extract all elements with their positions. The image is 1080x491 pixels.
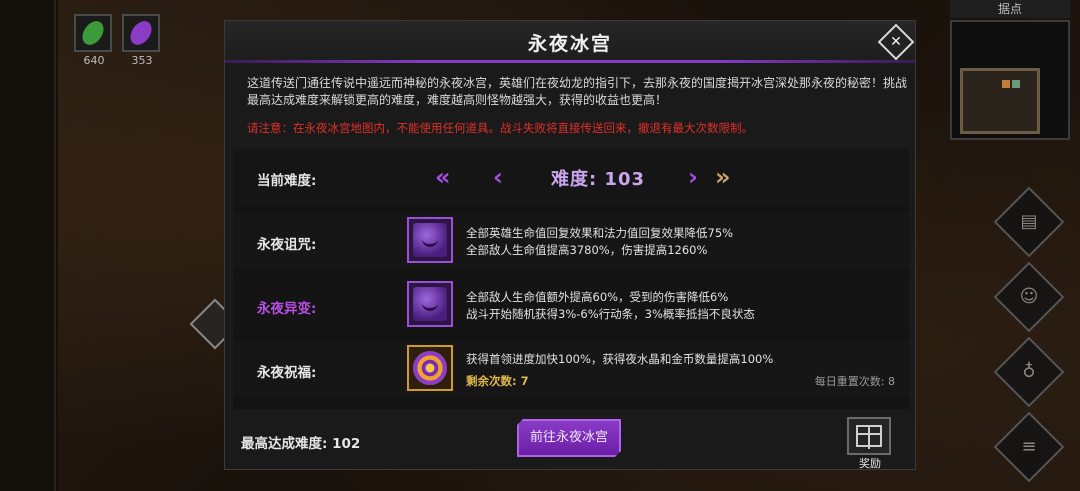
blessing-row: 永夜祝福: 获得首领进度加快100%，获得夜水晶和金币数量提高100% 剩余次数… xyxy=(233,341,909,397)
difficulty-max-button[interactable]: » xyxy=(715,165,731,189)
scroll-icon: ▤ xyxy=(1020,211,1038,232)
difficulty-value: 难度: 103 xyxy=(550,169,646,190)
purple-feather-icon xyxy=(126,17,156,49)
blessing-icon[interactable] xyxy=(407,345,453,391)
blessing-effect: 获得首领进度加快100%，获得夜水晶和金币数量提高100% xyxy=(466,352,774,366)
curse-effect-1: 全部英雄生命值回复效果和法力值回复效果降低75% xyxy=(466,226,734,240)
settings-panel: 当前难度: « ‹ 难度: 103 › » 永夜诅咒: 全部英雄生命值回复效果和… xyxy=(233,149,909,409)
curse-icon[interactable] xyxy=(407,217,453,263)
gift-icon xyxy=(856,425,882,449)
green-feather-icon xyxy=(78,17,108,49)
minimap[interactable] xyxy=(950,20,1070,140)
mutation-effect-2: 战斗开始随机获得3%-6%行动条，3%概率抵挡不良状态 xyxy=(466,307,755,321)
blessing-remaining-count: 剩余次数: 7 xyxy=(466,374,529,388)
menu-icon: ≡ xyxy=(1021,436,1037,457)
dialog-title: 永夜冰宫 xyxy=(527,33,612,55)
minimap-marker xyxy=(1012,80,1020,88)
close-icon: ✕ xyxy=(890,34,902,50)
daily-reset-count: 每日重置次数: 8 xyxy=(814,375,895,388)
difficulty-label: 当前难度: xyxy=(257,173,317,189)
curse-label: 永夜诅咒: xyxy=(257,237,317,253)
dialog-header: 永夜冰宫 xyxy=(225,21,915,63)
reward-button[interactable]: 奖励 xyxy=(847,417,893,470)
difficulty-row: 当前难度: « ‹ 难度: 103 › » xyxy=(233,149,909,205)
header-divider xyxy=(225,60,915,63)
curse-effect-2: 全部敌人生命值提高3780%，伤害提高1260% xyxy=(466,243,708,257)
difficulty-selector: « ‹ 难度: 103 › » xyxy=(403,163,753,193)
warning-text: 请注意：在永夜冰宫地图内，不能使用任何道具。战斗失败将直接传送回来，撤退有最大次… xyxy=(247,121,753,135)
eternal-night-dialog: 永夜冰宫 ✕ 这道传送门通往传说中遥远而神秘的永夜冰宫，英雄们在夜幼龙的指引下，… xyxy=(224,20,916,470)
blessing-label: 永夜祝福: xyxy=(257,365,317,381)
reward-label: 奖励 xyxy=(859,457,881,470)
difficulty-min-button[interactable]: « xyxy=(435,165,451,189)
resource-green[interactable]: 640 xyxy=(74,14,114,67)
resource-purple[interactable]: 353 xyxy=(122,14,162,67)
minimap-marker xyxy=(1002,80,1010,88)
party-icon: ☺ xyxy=(1019,286,1039,307)
best-difficulty: 最高达成难度: 102 xyxy=(241,436,361,452)
mutation-label: 永夜异变: xyxy=(257,301,317,317)
mutation-effect-1: 全部敌人生命值额外提高60%，受到的伤害降低6% xyxy=(466,290,729,304)
mutation-icon[interactable] xyxy=(407,281,453,327)
resource-purple-count: 353 xyxy=(131,54,153,67)
difficulty-decrease-button[interactable]: ‹ xyxy=(493,165,503,189)
minimap-title: 据点 xyxy=(950,0,1070,18)
resource-green-count: 640 xyxy=(83,54,105,67)
description-text: 这道传送门通往传说中遥远而神秘的永夜冰宫，英雄们在夜幼龙的指引下，去那永夜的国度… xyxy=(247,76,908,107)
minimap-room xyxy=(960,68,1040,134)
difficulty-increase-button[interactable]: › xyxy=(688,165,698,189)
potion-icon: ♁ xyxy=(1022,361,1036,382)
mutation-row: 永夜异变: 全部敌人生命值额外提高60%，受到的伤害降低6% 战斗开始随机获得3… xyxy=(233,277,909,333)
curse-row: 永夜诅咒: 全部英雄生命值回复效果和法力值回复效果降低75% 全部敌人生命值提高… xyxy=(233,213,909,269)
enter-palace-button[interactable]: 前往永夜冰宫 xyxy=(517,419,621,457)
left-edge-bar xyxy=(0,0,58,491)
